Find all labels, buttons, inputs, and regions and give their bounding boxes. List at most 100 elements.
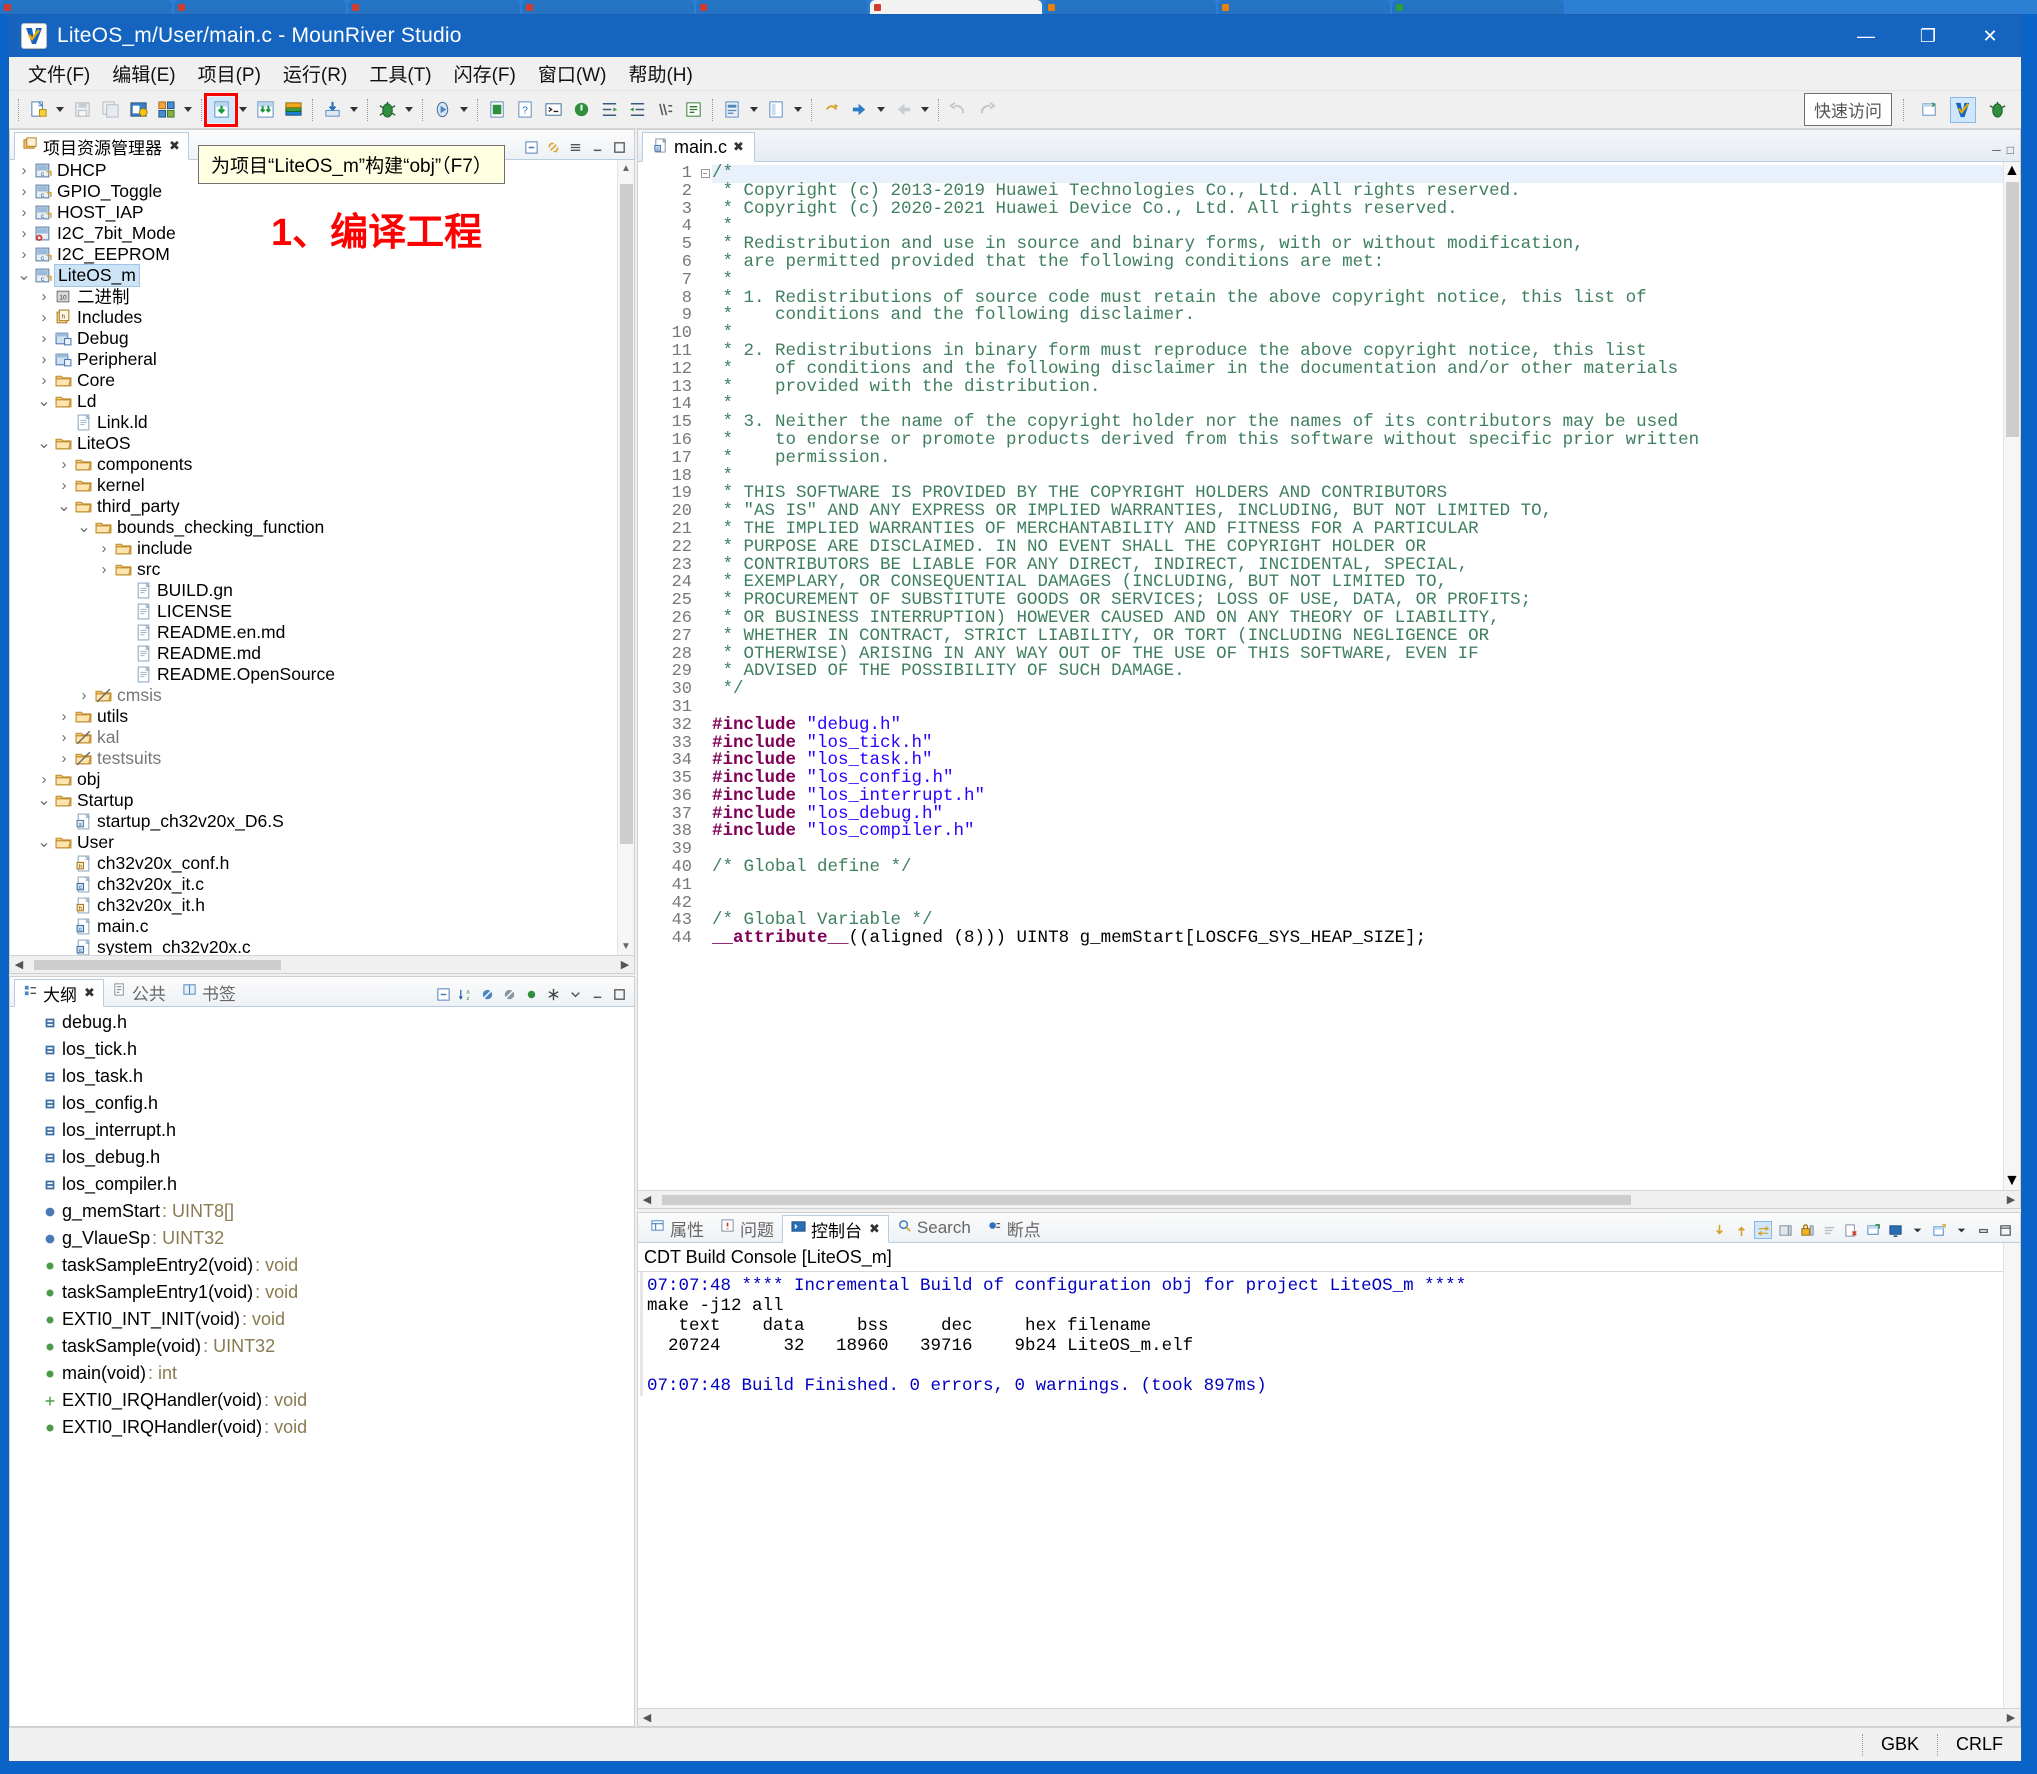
chevron-down-icon[interactable]: ⌄	[36, 435, 52, 451]
minimize-view-icon[interactable]	[1974, 1221, 1992, 1239]
perspective-icon[interactable]	[763, 97, 789, 123]
lock-console-icon[interactable]	[1798, 1221, 1816, 1239]
menu-tools[interactable]: 工具(T)	[358, 57, 442, 90]
hscroll-track[interactable]	[28, 957, 616, 972]
minimize-view-icon[interactable]	[588, 985, 606, 1003]
outline-item[interactable]: debug.h	[10, 1009, 634, 1036]
comment-icon[interactable]	[652, 97, 678, 123]
chevron-right-icon[interactable]: ›	[56, 456, 72, 473]
scroll-right-icon[interactable]: ▶	[2002, 1711, 2020, 1724]
tree-item[interactable]: › testsuits	[10, 748, 634, 769]
chevron-right-icon[interactable]: ›	[56, 708, 72, 725]
clear-console-icon[interactable]	[1820, 1221, 1838, 1239]
clean-project-icon[interactable]	[280, 97, 306, 123]
sort-icon[interactable]: az	[456, 985, 474, 1003]
scroll-left-icon[interactable]: ◀	[10, 958, 28, 971]
chevron-right-icon[interactable]: ›	[16, 162, 32, 179]
view-menu-icon[interactable]	[566, 985, 584, 1003]
tree-item[interactable]: c main.c	[10, 916, 634, 937]
chevron-right-icon[interactable]: ›	[16, 183, 32, 200]
menu-project[interactable]: 项目(P)	[187, 57, 272, 90]
build-settings-icon[interactable]	[125, 97, 151, 123]
forward-dropdown-icon[interactable]	[917, 97, 933, 123]
tree-item[interactable]: s startup_ch32v20x_D6.S	[10, 811, 634, 832]
resource-dropdown-icon[interactable]	[746, 97, 762, 123]
scroll-down-icon[interactable]: ▼	[618, 938, 634, 955]
power-icon[interactable]	[568, 97, 594, 123]
tab-properties[interactable]: 属性	[642, 1214, 712, 1242]
close-icon[interactable]: ✖	[869, 1221, 880, 1237]
chevron-down-icon[interactable]: ⌄	[36, 393, 52, 409]
tree-item[interactable]: c system_ch32v20x.c	[10, 937, 634, 955]
tab-main-c[interactable]: c main.c ✖	[642, 132, 755, 162]
outline-item[interactable]: EXTI0_INT_INIT(void) : void	[10, 1306, 634, 1333]
chevron-right-icon[interactable]: ›	[16, 225, 32, 242]
minimize-view-icon[interactable]	[588, 138, 606, 156]
chevron-right-icon[interactable]: ›	[36, 771, 52, 788]
outline-item[interactable]: los_task.h	[10, 1063, 634, 1090]
tree-item[interactable]: ⌄ third_party	[10, 496, 634, 517]
outline-item[interactable]: los_debug.h	[10, 1144, 634, 1171]
tree-item[interactable]: README.en.md	[10, 622, 634, 643]
browser-tab[interactable]	[522, 0, 694, 14]
tree-item[interactable]: › Core	[10, 370, 634, 391]
save-console-icon[interactable]	[1776, 1221, 1794, 1239]
indent-out-icon[interactable]	[624, 97, 650, 123]
browser-tab[interactable]	[0, 0, 172, 14]
outline-item[interactable]: los_config.h	[10, 1090, 634, 1117]
chevron-down-icon[interactable]: ⌄	[56, 498, 72, 514]
format-icon[interactable]	[680, 97, 706, 123]
menu-run[interactable]: 运行(R)	[272, 57, 358, 90]
scroll-up-icon[interactable]: ▲	[2004, 162, 2020, 180]
project-tree-vscrollbar[interactable]: ▲ ▼	[617, 160, 634, 955]
tree-item[interactable]: README.OpenSource	[10, 664, 634, 685]
tree-item[interactable]: LICENSE	[10, 601, 634, 622]
chevron-right-icon[interactable]: ›	[76, 687, 92, 704]
collapse-all-icon[interactable]	[434, 985, 452, 1003]
collapse-all-icon[interactable]	[522, 138, 540, 156]
outline-items[interactable]: debug.h los_tick.h los_task.h los_config.h l…	[10, 1007, 634, 1726]
code-editor[interactable]: 1 2 3 4 5 6 7 8 9 10 11 12 13 14 15 16 17 18 19 20 21 22 23 24 2…	[638, 162, 2020, 1190]
scroll-left-icon[interactable]: ◀	[638, 1711, 656, 1724]
tree-item[interactable]: › I2C_7bit_Mode	[10, 223, 634, 244]
chevron-right-icon[interactable]: ›	[56, 750, 72, 767]
outline-item[interactable]: EXTI0_IRQHandler(void) : void	[10, 1387, 634, 1414]
browser-tab[interactable]	[1392, 0, 1564, 14]
console-output[interactable]: CDT Build Console [LiteOS_m] 07:07:48 **…	[638, 1243, 2020, 1726]
scroll-right-icon[interactable]: ▶	[616, 958, 634, 971]
maximize-view-icon[interactable]	[610, 985, 628, 1003]
maximize-editor-icon[interactable]: □	[2007, 143, 2014, 157]
outline-item[interactable]: main(void) : int	[10, 1360, 634, 1387]
scroll-up-icon[interactable]: ▲	[618, 160, 634, 177]
scroll-down-icon[interactable]: ▼	[2004, 1172, 2020, 1190]
help-search-icon[interactable]: ?	[512, 97, 538, 123]
menu-help[interactable]: 帮助(H)	[617, 57, 703, 90]
tab-problems[interactable]: 问题	[712, 1214, 782, 1242]
menu-edit[interactable]: 编辑(E)	[101, 57, 186, 90]
browser-tab[interactable]	[174, 0, 346, 14]
maximize-view-icon[interactable]	[610, 138, 628, 156]
close-button[interactable]: ✕	[1959, 15, 2021, 57]
tree-item[interactable]: BUILD.gn	[10, 580, 634, 601]
browser-tab[interactable]	[348, 0, 520, 14]
outline-item[interactable]: g_memStart : UINT8[]	[10, 1198, 634, 1225]
minimize-editor-icon[interactable]: ─	[1992, 143, 2001, 157]
tab-console[interactable]: 控制台 ✖	[782, 1215, 889, 1243]
tree-item[interactable]: › 10 二进制	[10, 286, 634, 307]
tree-item[interactable]: › kernel	[10, 475, 634, 496]
console-vscrollbar[interactable]	[2003, 1243, 2020, 1726]
tree-item[interactable]: Link.ld	[10, 412, 634, 433]
editor-vscrollbar[interactable]: ▲ ▼	[2003, 162, 2020, 1190]
tree-item[interactable]: README.md	[10, 643, 634, 664]
outline-item[interactable]: taskSampleEntry2(void) : void	[10, 1252, 634, 1279]
build-project-icon[interactable]	[204, 92, 238, 127]
browser-tab[interactable]	[1218, 0, 1390, 14]
tree-item[interactable]: › cmsis	[10, 685, 634, 706]
back-arrow-icon[interactable]	[846, 97, 872, 123]
tree-item[interactable]: › Debug	[10, 328, 634, 349]
open-perspective-icon[interactable]	[1916, 97, 1942, 123]
open-console-icon[interactable]	[1930, 1221, 1948, 1239]
run-dropdown-icon[interactable]	[456, 97, 472, 123]
tree-item[interactable]: c ch32v20x_it.c	[10, 874, 634, 895]
tab-bookmarks[interactable]: 书签	[174, 978, 244, 1006]
